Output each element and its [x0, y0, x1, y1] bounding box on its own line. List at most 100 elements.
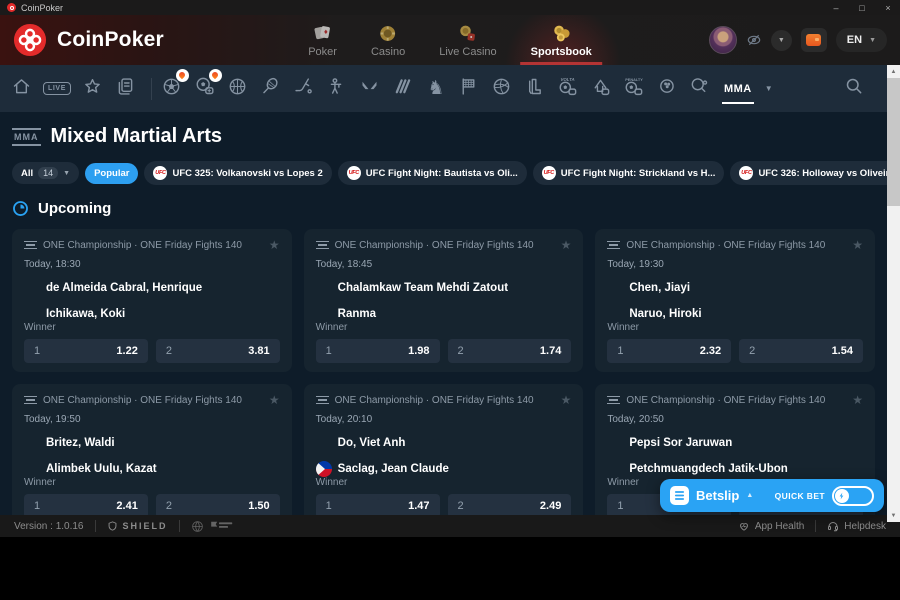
coinpoker-logo-icon: [13, 23, 47, 57]
match-card[interactable]: ONE Championship · ONE Friday Fights 140…: [12, 384, 292, 515]
fighter-name: Do, Viet Anh: [338, 437, 406, 449]
league-label: ONE Championship · ONE Friday Fights 140: [335, 240, 534, 251]
scrollbar-thumb[interactable]: [887, 78, 900, 206]
odds-selection-label: 1: [34, 500, 40, 512]
odds-button-1[interactable]: 11.98: [316, 339, 440, 363]
sport-volta-football-button[interactable]: VOLTA: [557, 71, 579, 107]
nav-tab-casino[interactable]: Casino: [367, 15, 409, 65]
match-card[interactable]: ONE Championship · ONE Friday Fights 140…: [12, 229, 292, 372]
minimize-button[interactable]: –: [831, 3, 841, 13]
favorite-star-icon[interactable]: ★: [269, 238, 280, 252]
sport-soccer-button[interactable]: [161, 71, 183, 107]
scroll-up-arrow[interactable]: ▲: [887, 65, 900, 78]
league-label: ONE Championship · ONE Friday Fights 140: [626, 240, 825, 251]
fighter-row: de Almeida Cabral, Henrique: [24, 280, 280, 296]
sport-tennis-button[interactable]: [260, 71, 282, 107]
mma-mini-icon: [316, 241, 329, 250]
favorite-star-icon[interactable]: ★: [852, 238, 863, 252]
nav-tab-poker[interactable]: Poker: [304, 15, 341, 65]
odds-button-1[interactable]: 11.47: [316, 494, 440, 515]
odds-button-2[interactable]: 21.54: [739, 339, 863, 363]
efighting-icon: [590, 76, 611, 102]
avatar[interactable]: [709, 26, 737, 54]
match-card[interactable]: ONE Championship · ONE Friday Fights 140…: [304, 229, 584, 372]
account-dropdown-button[interactable]: ▼: [771, 30, 792, 51]
live-casino-coins-icon: [457, 23, 478, 44]
odds-selection-label: 1: [326, 500, 332, 512]
fighter-row: Saclag, Jean Claude: [316, 461, 572, 477]
ufc-logo-icon: UFC: [542, 166, 556, 180]
odds-button-2[interactable]: 22.49: [448, 494, 572, 515]
favorite-star-icon[interactable]: ★: [561, 393, 572, 407]
search-button[interactable]: [843, 71, 865, 107]
sport-racing-button[interactable]: [458, 71, 480, 107]
sport-league-of-legends-button[interactable]: [524, 71, 546, 107]
sport-esoccer-button[interactable]: [194, 71, 216, 107]
fighter-row: Do, Viet Anh: [316, 435, 572, 451]
market-label: Winner: [316, 322, 572, 333]
penalty-shootout-icon: PENALTY: [623, 76, 644, 102]
match-cards-grid: ONE Championship · ONE Friday Fights 140…: [12, 229, 875, 515]
ufc-logo-icon: UFC: [739, 166, 753, 180]
sport-my-bets-button[interactable]: [115, 71, 137, 107]
match-card[interactable]: ONE Championship · ONE Friday Fights 140…: [595, 229, 875, 372]
sport-penalty-shootout-button[interactable]: PENALTY: [623, 71, 645, 107]
filter-all-chip[interactable]: All 14 ▼: [12, 162, 79, 184]
odds-button-2[interactable]: 21.74: [448, 339, 572, 363]
sport-table-tennis-button[interactable]: [689, 71, 711, 107]
bowling-icon: [656, 76, 677, 102]
nav-tab-sportsbook[interactable]: Sportsbook: [527, 15, 596, 65]
match-time: Today, 18:45: [316, 259, 572, 270]
filter-chip-ufc-326-holloway-vs-oliveira-2[interactable]: UFCUFC 326: Holloway vs Oliveira 2: [730, 161, 887, 185]
heart-pulse-icon: [738, 521, 750, 532]
sport-efighting-button[interactable]: [590, 71, 612, 107]
scroll-down-arrow[interactable]: ▼: [887, 509, 900, 522]
sport-bowling-button[interactable]: [656, 71, 678, 107]
sport-mma-button[interactable]: MMA: [722, 71, 754, 107]
section-title: Upcoming: [38, 200, 111, 217]
betslip-button[interactable]: Betslip ▲ QUICK BET: [660, 479, 884, 512]
sport-volleyball-button[interactable]: [491, 71, 513, 107]
favorite-star-icon[interactable]: ★: [852, 393, 863, 407]
sport-ice-hockey-button[interactable]: [293, 71, 315, 107]
brand[interactable]: CoinPoker: [0, 23, 164, 57]
helpdesk-link[interactable]: Helpdesk: [827, 520, 886, 532]
odds-button-1[interactable]: 11.22: [24, 339, 148, 363]
league-label: ONE Championship · ONE Friday Fights 140: [626, 395, 825, 406]
sport-favorites-button[interactable]: [82, 71, 104, 107]
flag-placeholder: [607, 435, 623, 451]
close-button[interactable]: ×: [883, 3, 893, 13]
quick-bet-toggle[interactable]: [832, 486, 874, 506]
betslip-icon: [670, 486, 689, 505]
balance-visibility-toggle[interactable]: [746, 32, 762, 48]
filter-chip-ufc-fight-night-strickland-vs-h[interactable]: UFCUFC Fight Night: Strickland vs H...: [533, 161, 725, 185]
more-sports-chevron-icon[interactable]: ▼: [765, 84, 773, 93]
my-bets-icon: [115, 76, 136, 102]
language-selector[interactable]: EN ▼: [836, 28, 887, 52]
maximize-button[interactable]: □: [857, 3, 867, 13]
sport-home-button[interactable]: [10, 71, 32, 107]
flag-placeholder: [316, 280, 332, 296]
wallet-button[interactable]: [801, 28, 827, 52]
odds-button-2[interactable]: 21.50: [156, 494, 280, 515]
app-health-link[interactable]: App Health: [738, 521, 804, 532]
sport-valorant-button[interactable]: [359, 71, 381, 107]
sport-live-button[interactable]: LIVE: [43, 71, 71, 107]
filter-chip-ufc-fight-night-bautista-vs-oli[interactable]: UFCUFC Fight Night: Bautista vs Oli...: [338, 161, 527, 185]
odds-button-1[interactable]: 12.41: [24, 494, 148, 515]
favorite-star-icon[interactable]: ★: [561, 238, 572, 252]
vertical-scrollbar[interactable]: ▲ ▼: [887, 65, 900, 522]
match-card[interactable]: ONE Championship · ONE Friday Fights 140…: [304, 384, 584, 515]
sport-chess-button[interactable]: ♞: [425, 71, 447, 107]
filter-chip-label: UFC Fight Night: Bautista vs Oli...: [366, 168, 518, 179]
filter-chip-popular[interactable]: Popular: [85, 163, 138, 184]
sport-basketball-button[interactable]: [227, 71, 249, 107]
sport-rainbow-six-button[interactable]: [392, 71, 414, 107]
favorite-star-icon[interactable]: ★: [269, 393, 280, 407]
sport-counter-strike-button[interactable]: [326, 71, 348, 107]
filter-chip-ufc-325-volkanovski-vs-lopes-2[interactable]: UFCUFC 325: Volkanovski vs Lopes 2: [144, 161, 331, 185]
odds-button-2[interactable]: 23.81: [156, 339, 280, 363]
odds-button-1[interactable]: 12.32: [607, 339, 731, 363]
nav-tab-live-casino[interactable]: Live Casino: [435, 15, 500, 65]
header: CoinPoker Poker Casino Live Casino Sportsbo…: [0, 15, 900, 65]
